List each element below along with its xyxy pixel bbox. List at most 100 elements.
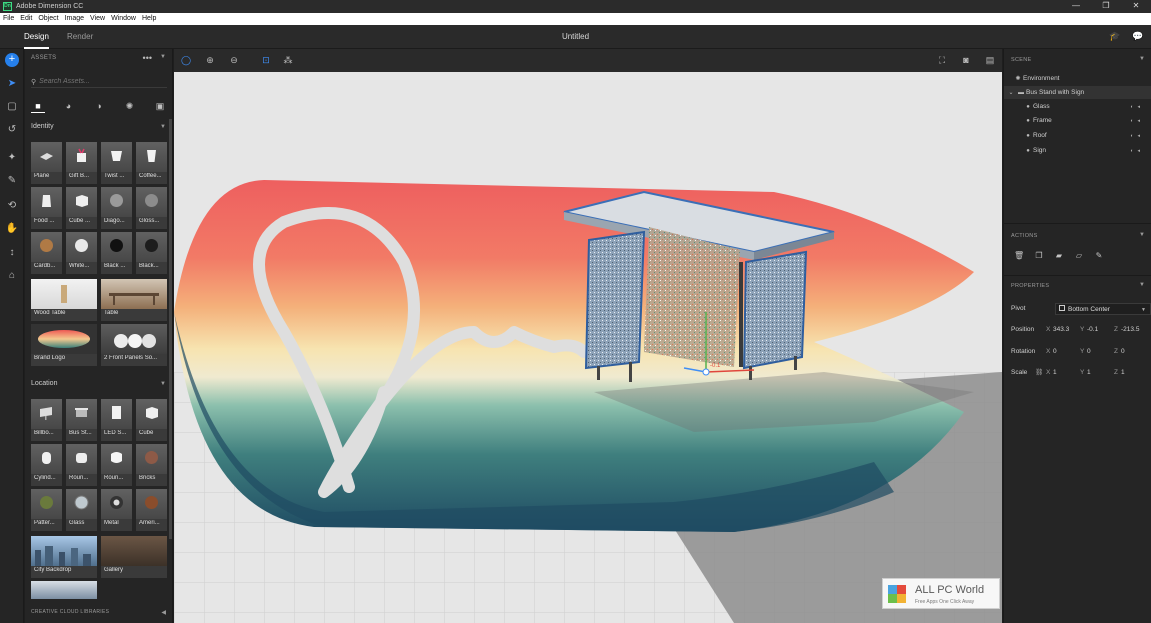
properties-collapse-icon[interactable]: ▼ <box>1139 282 1145 288</box>
menu-edit[interactable]: Edit <box>17 13 35 25</box>
asset-tile[interactable]: City Backdrop <box>31 536 97 578</box>
assets-collapse-icon[interactable]: ▼ <box>160 54 166 60</box>
location-collapse-icon[interactable]: ▼ <box>160 381 166 387</box>
horizon-tool-icon[interactable]: ⌂ <box>5 269 19 283</box>
asset-tile[interactable]: Plane <box>31 142 62 184</box>
asset-tile[interactable]: Black ... <box>101 232 132 274</box>
duplicate-icon[interactable]: ❐ <box>1034 251 1044 261</box>
pivot-select[interactable]: Bottom Center ▼ <box>1055 303 1151 315</box>
group-icon[interactable]: ⁂ <box>282 54 294 66</box>
asset-tile[interactable]: Table <box>101 279 167 321</box>
visibility-lock-icons[interactable]: ◐◂ <box>1130 133 1144 139</box>
asset-tile[interactable]: Cylind... <box>31 444 62 486</box>
assets-more-button[interactable]: ••• <box>143 53 152 63</box>
images-tab-icon[interactable]: ▣ <box>153 99 167 113</box>
asset-tile[interactable]: Gloss... <box>136 187 167 229</box>
identity-section-title[interactable]: Identity <box>31 123 54 130</box>
asset-tile[interactable]: Cube <box>136 399 167 441</box>
asset-tile[interactable]: Cardb... <box>31 232 62 274</box>
graphics-tab-icon[interactable]: ◑ <box>92 99 106 113</box>
asset-tile[interactable]: Bricks <box>136 444 167 486</box>
restore-button[interactable]: ❐ <box>1091 0 1121 13</box>
asset-tile[interactable]: Cube ... <box>66 187 97 229</box>
cc-libraries-header[interactable]: CREATIVE CLOUD LIBRARIES <box>31 609 109 615</box>
sample-tool-icon[interactable]: ✎ <box>5 174 19 188</box>
models-tab-icon[interactable]: ■ <box>31 99 45 113</box>
asset-tile[interactable]: Wood Table <box>31 279 97 321</box>
asset-tile[interactable]: White... <box>66 232 97 274</box>
scene-item-bus-stand[interactable]: ⌄ ▬ Bus Stand with Sign <box>1004 86 1151 99</box>
minimize-button[interactable]: — <box>1061 0 1091 13</box>
asset-tile[interactable]: Twist ... <box>101 142 132 184</box>
menu-window[interactable]: Window <box>108 13 139 25</box>
asset-tile[interactable]: Ameri... <box>136 489 167 531</box>
identity-collapse-icon[interactable]: ▼ <box>160 124 166 130</box>
menu-view[interactable]: View <box>87 13 108 25</box>
select-circle-icon[interactable]: ◯ <box>180 54 192 66</box>
delete-icon[interactable]: 🗑 <box>1014 251 1024 261</box>
asset-tile[interactable]: Roun... <box>66 444 97 486</box>
pan-tool-icon[interactable]: ✋ <box>5 222 19 236</box>
select-region-icon[interactable]: ▢ <box>5 100 19 114</box>
learn-icon[interactable]: 🎓 <box>1109 31 1120 42</box>
camera-icon[interactable]: ◙ <box>960 54 972 66</box>
feedback-icon[interactable]: 💬 <box>1132 31 1143 42</box>
asset-tile[interactable]: LED S... <box>101 399 132 441</box>
rotation-y-field[interactable]: 0 <box>1087 346 1091 358</box>
visibility-lock-icons[interactable]: ◐◂ <box>1130 118 1144 124</box>
menu-object[interactable]: Object <box>35 13 61 25</box>
asset-tile[interactable]: Billbo... <box>31 399 62 441</box>
canvas-size-icon[interactable]: ▤ <box>984 54 996 66</box>
orbit-tool-icon[interactable]: ⟲ <box>5 199 19 213</box>
scale-x-field[interactable]: 1 <box>1053 367 1057 379</box>
scene-collapse-icon[interactable]: ▼ <box>1139 56 1145 62</box>
link-scale-icon[interactable]: ⛓ <box>1035 367 1043 379</box>
tab-render[interactable]: Render <box>67 25 93 49</box>
position-z-field[interactable]: -213.5 <box>1121 324 1139 336</box>
position-y-field[interactable]: -0.1 <box>1087 324 1098 336</box>
subtract-selection-icon[interactable]: ⊖ <box>228 54 240 66</box>
search-input[interactable] <box>39 78 160 85</box>
location-section-title[interactable]: Location <box>31 380 57 387</box>
scene-item-environment[interactable]: ✺ Environment <box>1004 72 1151 85</box>
asset-tile[interactable]: Metal <box>101 489 132 531</box>
asset-tile[interactable]: Glass <box>66 489 97 531</box>
fit-view-icon[interactable]: ⛶ <box>936 54 948 66</box>
asset-tile[interactable]: Diago... <box>101 187 132 229</box>
3d-viewport[interactable]: -0.1 <box>174 72 1002 623</box>
menu-image[interactable]: Image <box>62 13 87 25</box>
ungroup-folder-icon[interactable]: ▱ <box>1074 251 1084 261</box>
scene-item-sign[interactable]: ● Sign ◐◂ <box>1004 144 1151 157</box>
tab-design[interactable]: Design <box>24 25 49 49</box>
asset-tile[interactable]: Roun... <box>101 444 132 486</box>
visibility-lock-icons[interactable]: ◐◂ <box>1130 104 1144 110</box>
asset-tile[interactable]: Bus St... <box>66 399 97 441</box>
asset-tile[interactable]: Food ... <box>31 187 62 229</box>
asset-tile[interactable]: Patter... <box>31 489 62 531</box>
scene-item-glass[interactable]: ● Glass ◐◂ <box>1004 100 1151 113</box>
asset-tile-partial[interactable] <box>31 581 97 599</box>
asset-tile[interactable]: Black... <box>136 232 167 274</box>
asset-tile[interactable]: 2 Front Panels So... <box>101 324 167 366</box>
rotate-tool-icon[interactable]: ↺ <box>5 123 19 137</box>
add-selection-icon[interactable]: ⊕ <box>204 54 216 66</box>
scale-y-field[interactable]: 1 <box>1087 367 1091 379</box>
dolly-tool-icon[interactable]: ↕ <box>5 246 19 260</box>
magic-wand-icon[interactable]: ✦ <box>5 151 19 165</box>
menu-file[interactable]: File <box>0 13 17 25</box>
menu-help[interactable]: Help <box>139 13 159 25</box>
assets-scrollbar[interactable] <box>169 119 172 539</box>
rotation-z-field[interactable]: 0 <box>1121 346 1125 358</box>
add-content-icon[interactable]: + <box>5 53 19 67</box>
materials-tab-icon[interactable]: ◕ <box>62 99 76 113</box>
scale-z-field[interactable]: 1 <box>1121 367 1125 379</box>
select-tool-icon[interactable]: ➤ <box>5 77 19 91</box>
rotation-x-field[interactable]: 0 <box>1053 346 1057 358</box>
actions-collapse-icon[interactable]: ▼ <box>1139 232 1145 238</box>
scene-item-roof[interactable]: ● Roof ◐◂ <box>1004 129 1151 142</box>
lights-tab-icon[interactable]: ✺ <box>123 99 137 113</box>
group-folder-icon[interactable]: ▰ <box>1054 251 1064 261</box>
position-x-field[interactable]: 343.3 <box>1053 324 1069 336</box>
chevron-down-icon[interactable]: ⌄ <box>1006 89 1016 96</box>
asset-tile[interactable]: Gift B... <box>66 142 97 184</box>
